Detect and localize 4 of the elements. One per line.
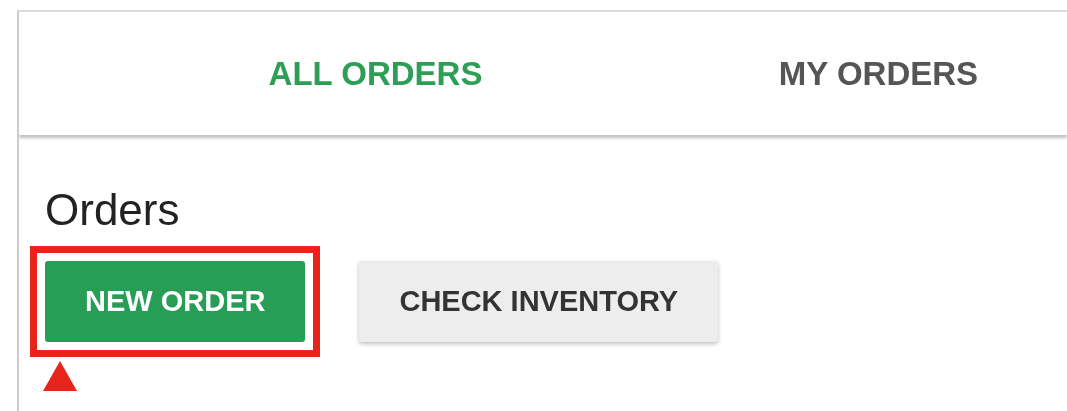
arrow-icon — [43, 361, 77, 391]
page-heading: Orders — [45, 185, 180, 235]
check-inventory-button[interactable]: CHECK INVENTORY — [359, 261, 719, 342]
tab[interactable]: MY ORDERS — [627, 12, 1067, 135]
